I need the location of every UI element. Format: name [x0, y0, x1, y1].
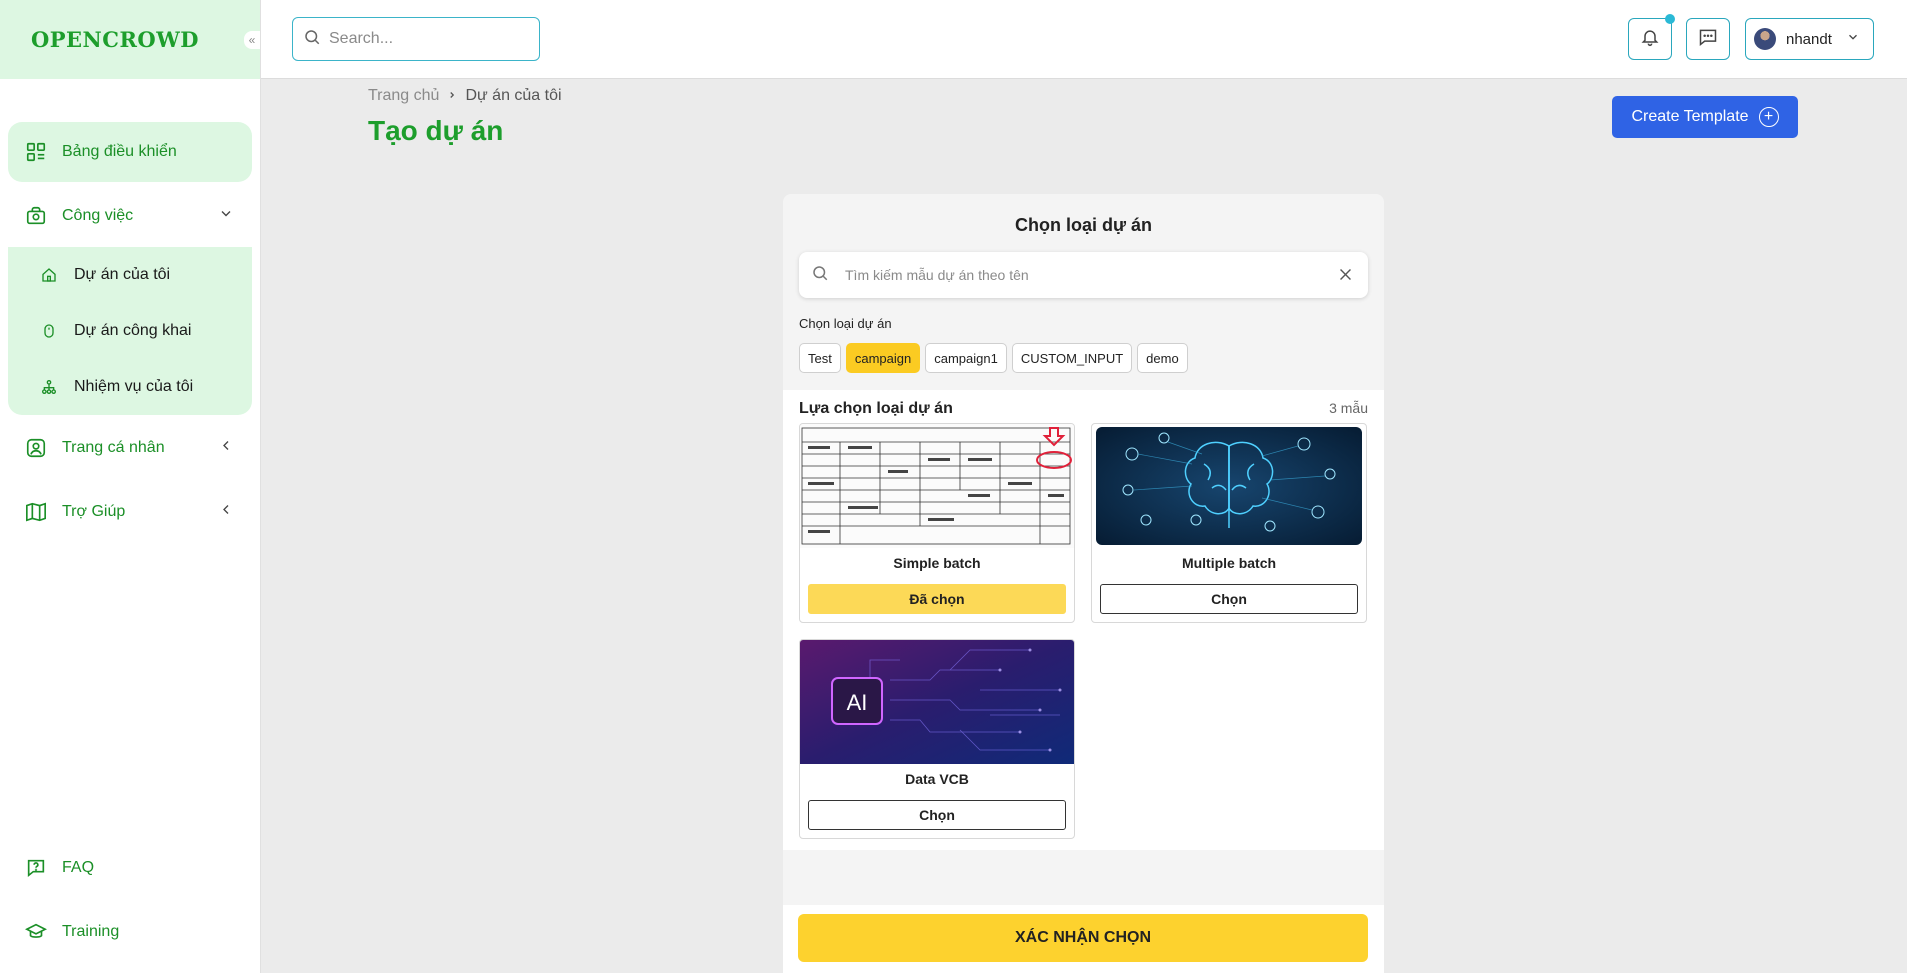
chip-custom-input[interactable]: CUSTOM_INPUT: [1011, 343, 1133, 373]
breadcrumb-home[interactable]: Trang chủ: [368, 87, 439, 105]
topbar: nhandt: [261, 0, 1907, 79]
template-search-input[interactable]: [845, 267, 1315, 283]
sidebar-subitem-label: Nhiệm vụ của tôi: [74, 378, 194, 395]
sidebar-item-label: Công việc: [62, 207, 134, 224]
chevron-right-icon: [447, 87, 457, 105]
template-name: Multiple batch: [1181, 555, 1277, 571]
chevron-left-icon: [218, 502, 234, 523]
list-title: Lựa chọn loại dự án: [799, 400, 953, 417]
search-icon: [811, 264, 829, 287]
chip-demo[interactable]: demo: [1137, 343, 1188, 373]
template-count: 3 mẫu: [1329, 400, 1368, 416]
mouse-icon: [40, 322, 58, 340]
sidebar-item-dashboard[interactable]: Bảng điều khiển: [8, 122, 252, 182]
collapse-sidebar-icon[interactable]: «: [244, 31, 260, 49]
global-search[interactable]: [292, 17, 540, 61]
sidebar: OPENCROWD « Bảng điều khiển Công việc Dự…: [0, 0, 261, 973]
brain-thumbnail: [1092, 424, 1366, 548]
work-submenu: Dự án của tôi Dự án công khai Nhiệm vụ c…: [8, 247, 252, 415]
search-input[interactable]: [329, 30, 529, 48]
sidebar-item-profile[interactable]: Trang cá nhân: [8, 418, 252, 478]
chat-icon: [1698, 27, 1718, 52]
sidebar-item-work[interactable]: Công việc: [8, 186, 252, 246]
profile-icon: [24, 436, 48, 460]
panel-title: Chọn loại dự án: [1014, 215, 1153, 235]
user-name: nhandt: [1786, 30, 1832, 48]
user-menu[interactable]: nhandt: [1745, 18, 1874, 60]
template-card-data-vcb[interactable]: AI Data VCB Chọn: [799, 639, 1075, 839]
work-icon: [24, 204, 48, 228]
sidebar-item-label: Training: [62, 923, 120, 940]
close-icon[interactable]: [1337, 266, 1354, 288]
breadcrumb-current[interactable]: Dự án của tôi: [465, 87, 561, 105]
breadcrumb: Trang chủ Dự án của tôi: [368, 87, 562, 105]
sidebar-item-label: Bảng điều khiển: [62, 143, 177, 160]
template-name: Simple batch: [893, 555, 981, 571]
create-template-label: Create Template: [1631, 108, 1749, 125]
sidebar-item-help[interactable]: Trợ Giúp: [8, 482, 252, 542]
choose-button[interactable]: Chọn: [1100, 584, 1358, 614]
sidebar-item-faq[interactable]: FAQ: [8, 838, 252, 898]
create-template-button[interactable]: Create Template +: [1612, 96, 1798, 138]
filter-label: Chọn loại dự án: [799, 316, 892, 331]
chip-test[interactable]: Test: [799, 343, 841, 373]
confirm-selection-button[interactable]: XÁC NHẬN CHỌN: [798, 914, 1368, 962]
page-title: Tạo dự án: [368, 115, 504, 146]
bell-icon: [1640, 27, 1660, 52]
home-icon: [40, 266, 58, 284]
project-type-panel: Chọn loại dự án Chọn loại dự án Test cam…: [783, 194, 1384, 973]
sidebar-item-my-projects[interactable]: Dự án của tôi: [8, 255, 252, 295]
document-thumbnail: [800, 424, 1074, 548]
chevron-left-icon: [218, 438, 234, 459]
confirm-bar: XÁC NHẬN CHỌN: [783, 905, 1384, 973]
sidebar-item-label: FAQ: [62, 859, 95, 876]
sidebar-item-public-projects[interactable]: Dự án công khai: [8, 311, 252, 351]
template-card-multiple-batch[interactable]: Multiple batch Chọn: [1091, 423, 1367, 623]
choose-button[interactable]: Chọn: [808, 800, 1066, 830]
notification-dot: [1665, 14, 1675, 24]
svg-text:AI: AI: [847, 690, 868, 715]
chip-campaign[interactable]: campaign: [845, 343, 921, 373]
chip-campaign1[interactable]: campaign1: [925, 343, 1007, 373]
book-icon: [24, 500, 48, 524]
sidebar-subitem-label: Dự án công khai: [74, 322, 192, 339]
template-name: Data VCB: [905, 771, 969, 787]
sidebar-item-label: Trợ Giúp: [62, 503, 126, 520]
logo-area: OPENCROWD «: [0, 0, 260, 79]
category-chips: Test campaign campaign1 CUSTOM_INPUT dem…: [799, 343, 1188, 373]
sidebar-item-my-tasks[interactable]: Nhiệm vụ của tôi: [8, 367, 252, 407]
graduation-icon: [24, 920, 48, 944]
help-icon: [24, 856, 48, 880]
template-list: Lựa chọn loại dự án 3 mẫu Simple batch Đ…: [783, 390, 1384, 850]
search-icon: [303, 28, 321, 51]
plus-circle-icon: +: [1758, 107, 1779, 127]
app-logo[interactable]: OPENCROWD: [31, 27, 199, 52]
avatar: [1754, 28, 1776, 50]
sidebar-item-label: Trang cá nhân: [62, 439, 165, 456]
sidebar-subitem-label: Dự án của tôi: [74, 266, 171, 283]
chevron-down-icon: [218, 206, 234, 227]
chevron-down-icon: [1846, 30, 1860, 48]
sitemap-icon: [40, 378, 58, 396]
messages-button[interactable]: [1686, 18, 1730, 60]
template-search[interactable]: [799, 252, 1368, 298]
dashboard-icon: [24, 140, 48, 164]
selected-button[interactable]: Đã chọn: [808, 584, 1066, 614]
notifications-button[interactable]: [1628, 14, 1675, 60]
ai-chip-thumbnail: AI: [800, 640, 1074, 764]
sidebar-item-training[interactable]: Training: [8, 902, 252, 962]
template-card-simple-batch[interactable]: Simple batch Đã chọn: [799, 423, 1075, 623]
